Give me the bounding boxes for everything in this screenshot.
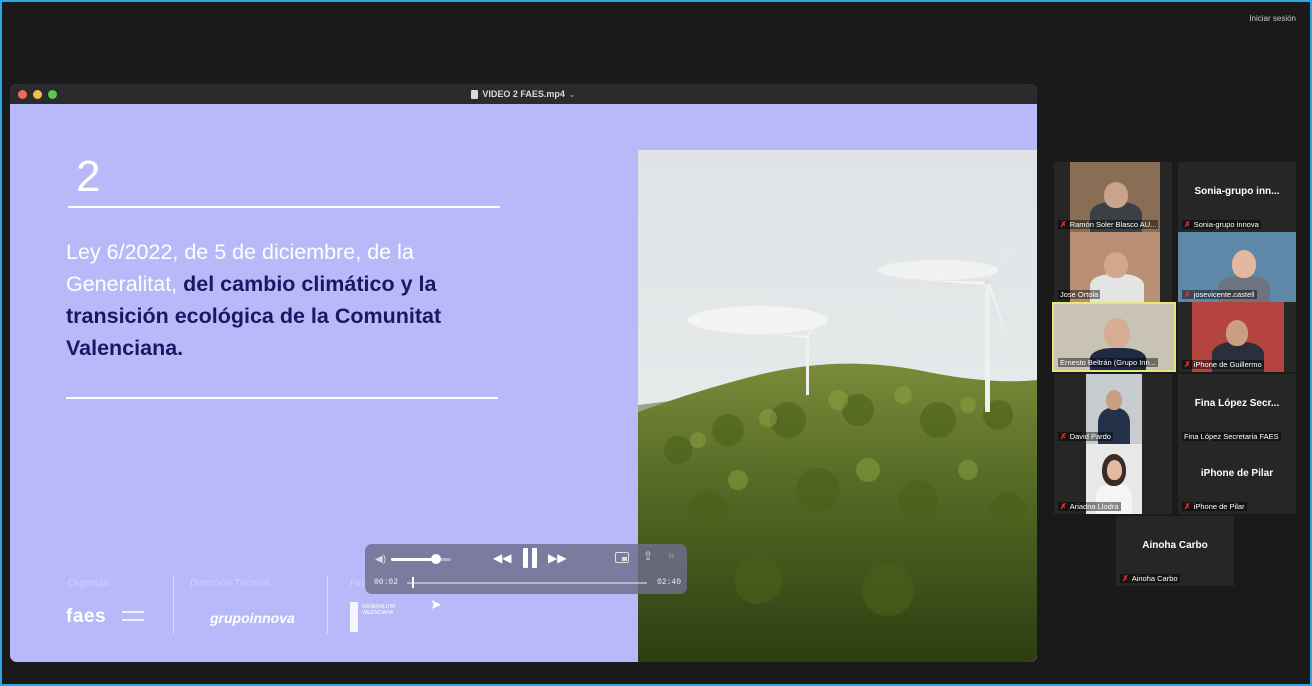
video-frame[interactable]: 2 Ley 6/2022, de 5 de diciembre, de la G… [10, 104, 1037, 662]
participant-tile-david[interactable]: ✗ David Pardo [1054, 374, 1172, 444]
faes-logo-mark [122, 611, 144, 621]
rewind-button[interactable]: ◀◀ [493, 551, 511, 565]
faes-logo: faes [66, 606, 107, 627]
generalitat-logo: GENERALITAT VALENCIANA [350, 600, 404, 634]
participant-name-label: Ramón Soler Blasco AU... [1069, 220, 1157, 229]
participant-name-label: iPhone de Pilar [1193, 502, 1245, 511]
participant-tile-josevicente[interactable]: ✗ josevicente.castell [1178, 232, 1296, 302]
shared-screen: Iniciar sesión VIDEO 2 FAES.mp4 ⌄ 2 Ley … [0, 0, 1312, 686]
mic-muted-icon: ✗ [1184, 220, 1191, 229]
mouse-cursor-icon: ➤ [430, 596, 442, 612]
participant-name: ✗ iPhone de Guillermo [1182, 360, 1264, 369]
participant-name-label: Ernesto Beltrán (Grupo Inn... [1060, 358, 1156, 367]
footer-divider-1 [173, 576, 174, 634]
participant-name: Jose Ortola [1058, 290, 1101, 299]
participant-name: ✗ David Pardo [1058, 432, 1113, 441]
footer-divider-2 [327, 576, 328, 634]
signin-link[interactable]: Iniciar sesión [1249, 14, 1296, 23]
volume-level [391, 558, 436, 561]
participant-name-label: Jose Ortola [1060, 290, 1099, 299]
picture-in-picture-button[interactable] [615, 552, 629, 563]
participant-name-label: David Pardo [1069, 432, 1111, 441]
participant-name: ✗ iPhone de Pilar [1182, 502, 1247, 511]
participant-name: ✗ Ainoha Carbo [1120, 574, 1180, 583]
pause-icon-bar-left [523, 548, 528, 568]
mic-muted-icon: ✗ [1060, 502, 1067, 511]
total-time: 02:40 [656, 578, 681, 587]
slide-number: 2 [76, 152, 101, 201]
participant-tile-jose-ortola[interactable]: Jose Ortola [1054, 232, 1172, 302]
mic-muted-icon: ✗ [1184, 502, 1191, 511]
wind-turbines-photo [638, 150, 1037, 662]
window-controls [18, 90, 57, 99]
person-head [1107, 460, 1122, 480]
participant-name: Ernesto Beltrán (Grupo Inn... [1058, 358, 1158, 367]
participant-name-label: Fina López Secretaria FAES [1184, 432, 1279, 441]
mic-muted-icon: ✗ [1184, 360, 1191, 369]
document-icon [471, 89, 479, 99]
participant-name: ✗ josevicente.castell [1182, 290, 1257, 299]
participant-tile-ainoha[interactable]: Ainoha Carbo ✗ Ainoha Carbo [1116, 516, 1234, 586]
organiza-label: Organiza: [68, 578, 112, 589]
participant-name: ✗ Ramón Soler Blasco AU... [1058, 220, 1159, 229]
participant-tile-ramon[interactable]: ✗ Ramón Soler Blasco AU... [1054, 162, 1172, 232]
participant-big-name: Fina López Secr... [1194, 398, 1280, 409]
volume-icon[interactable]: ◀︎) [375, 554, 386, 565]
filename-label: VIDEO 2 FAES.mp4 [482, 89, 565, 99]
participant-name-label: iPhone de Guillermo [1193, 360, 1262, 369]
seek-bar[interactable] [407, 582, 647, 584]
window-title[interactable]: VIDEO 2 FAES.mp4 ⌄ [471, 89, 576, 99]
person-head [1226, 320, 1248, 346]
participant-name: ✗ Sonia-grupo innova [1182, 220, 1261, 229]
mic-muted-icon: ✗ [1060, 220, 1067, 229]
participant-name: ✗ Ariadna Llodra [1058, 502, 1121, 511]
slide-law-title: Ley 6/2022, de 5 de diciembre, de la Gen… [66, 236, 506, 364]
person-head [1106, 390, 1122, 410]
person-head [1104, 182, 1128, 208]
participant-name: Fina López Secretaria FAES [1182, 432, 1281, 441]
current-time: 00:02 [374, 578, 399, 587]
zoom-window-button[interactable] [48, 90, 57, 99]
participant-name-label: josevicente.castell [1193, 290, 1255, 299]
seek-playhead[interactable] [411, 577, 414, 588]
share-button[interactable]: ⇪ [643, 549, 653, 563]
participant-tile-guillermo[interactable]: ✗ iPhone de Guillermo [1178, 302, 1296, 372]
participant-big-name: Sonia-grupo inn... [1194, 186, 1280, 197]
pause-button[interactable] [523, 548, 537, 568]
grupoinnova-logo: grupoinnova [210, 610, 295, 626]
person-head [1104, 318, 1130, 348]
participant-name-label: Ainoha Carbo [1131, 574, 1178, 583]
participant-tile-ernesto[interactable]: Ernesto Beltrán (Grupo Inn... [1052, 302, 1176, 372]
participant-tile-ariadna[interactable]: ✗ Ariadna Llodra [1054, 444, 1172, 514]
minimize-window-button[interactable] [33, 90, 42, 99]
participant-tile-fina[interactable]: Fina López Secr... Fina López Secretaria… [1178, 374, 1296, 444]
volume-knob[interactable] [431, 554, 441, 564]
participant-name-label: Sonia-grupo innova [1193, 220, 1259, 229]
mic-muted-icon: ✗ [1122, 574, 1129, 583]
pause-icon-bar-right [532, 548, 537, 568]
fast-forward-button[interactable]: ▶▶ [548, 551, 566, 565]
close-window-button[interactable] [18, 90, 27, 99]
participant-big-name: iPhone de Pilar [1200, 468, 1274, 479]
video-player-window: VIDEO 2 FAES.mp4 ⌄ 2 Ley 6/2022, de 5 de… [10, 84, 1037, 662]
window-titlebar[interactable]: VIDEO 2 FAES.mp4 ⌄ [10, 84, 1037, 104]
participant-big-name: Ainoha Carbo [1142, 540, 1208, 551]
direccion-label: Dirección Técnica: [190, 578, 273, 589]
mic-muted-icon: ✗ [1060, 432, 1067, 441]
participant-tile-sonia[interactable]: Sonia-grupo inn... ✗ Sonia-grupo innova [1178, 162, 1296, 232]
participant-tile-pilar[interactable]: iPhone de Pilar ✗ iPhone de Pilar [1178, 444, 1296, 514]
generalitat-logo-mark [350, 602, 358, 632]
playback-controls: ◀︎) ◀◀ ▶▶ ⇪ » 00:02 02:40 [365, 544, 687, 594]
divider-bottom [66, 397, 498, 399]
chevron-down-icon[interactable]: ⌄ [569, 90, 576, 99]
mic-muted-icon: ✗ [1184, 290, 1191, 299]
person-head [1232, 250, 1256, 278]
generalitat-logo-text: GENERALITAT VALENCIANA [362, 604, 396, 616]
divider-top [68, 206, 500, 208]
participant-name-label: Ariadna Llodra [1069, 502, 1119, 511]
person-head [1104, 252, 1128, 278]
more-button[interactable]: » [668, 548, 675, 562]
